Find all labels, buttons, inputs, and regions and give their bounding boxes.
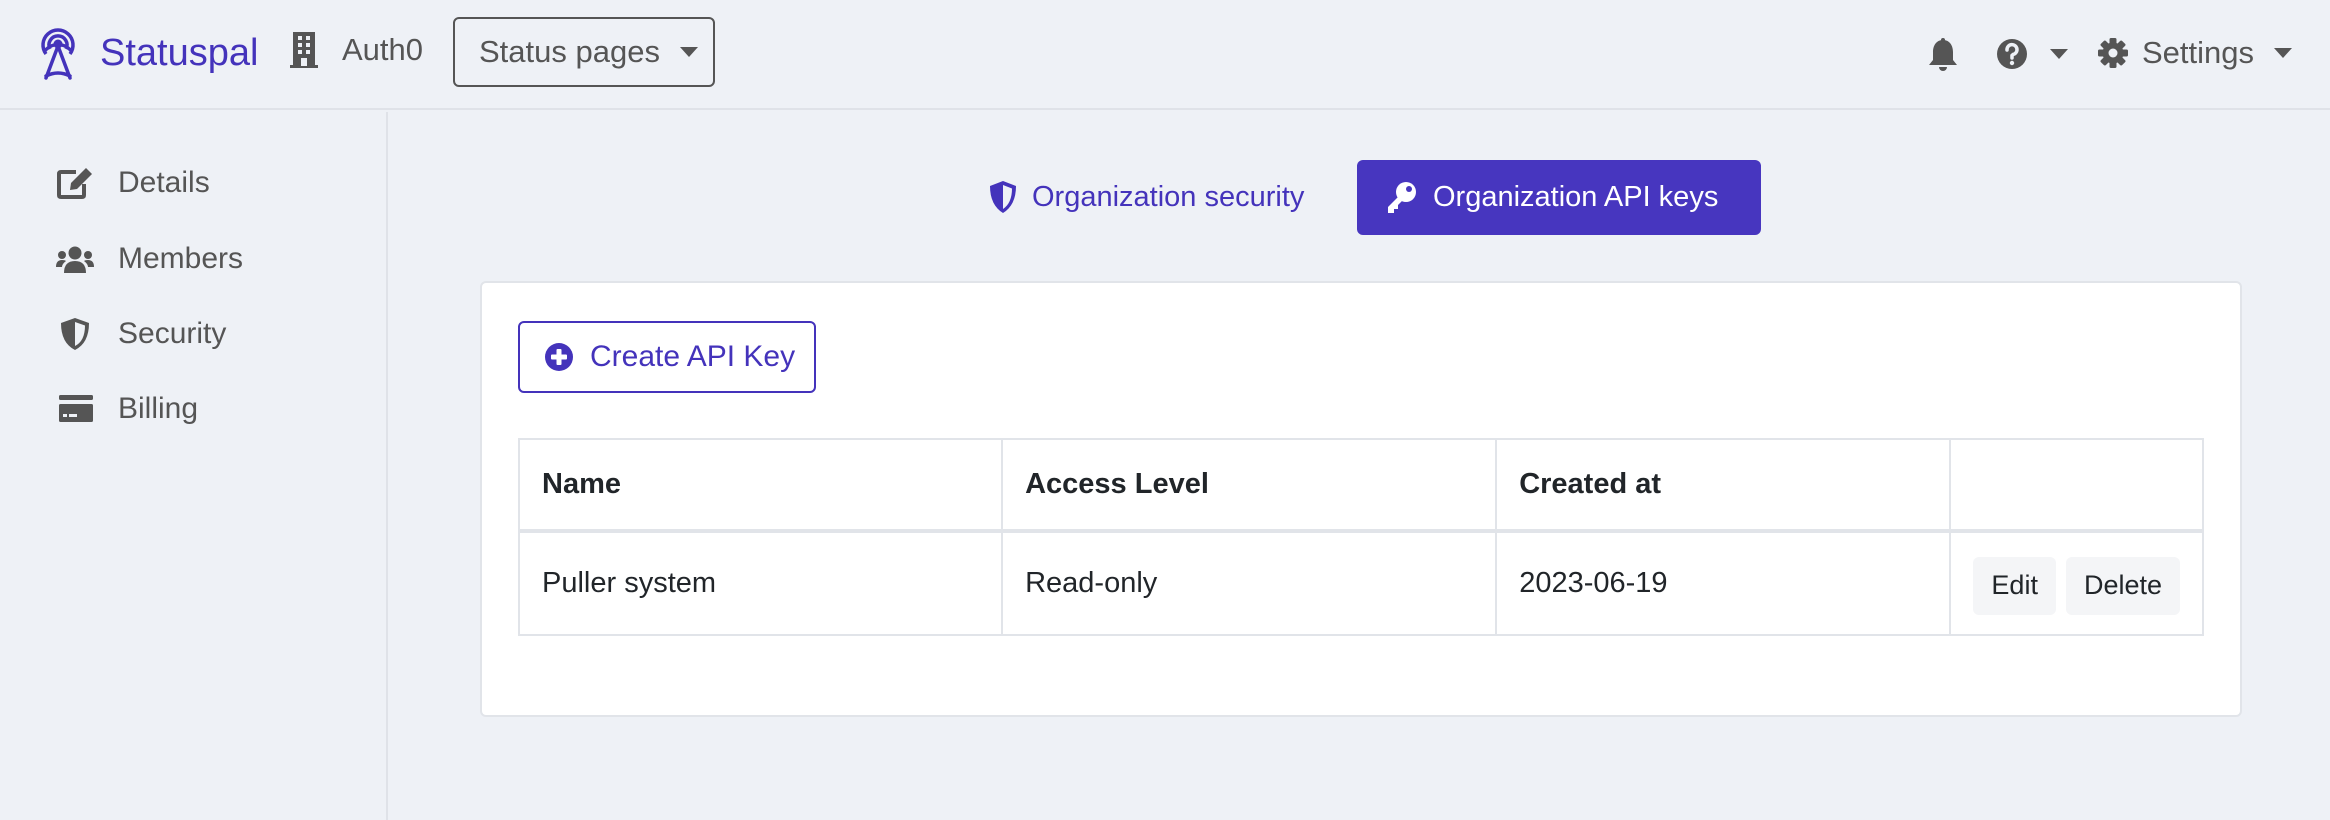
edit-button[interactable]: Edit	[1973, 556, 2056, 615]
help-dropdown[interactable]	[1996, 38, 2068, 70]
api-key-created-at: 2023-06-19	[1495, 530, 1952, 636]
organization-switcher[interactable]: Auth0	[290, 32, 423, 68]
sidebar-item-label: Details	[118, 166, 210, 199]
sidebar-item-members[interactable]: Members	[56, 242, 243, 276]
building-icon	[290, 32, 318, 68]
shield-icon	[990, 181, 1016, 213]
brand-link[interactable]: Statuspal	[36, 24, 258, 82]
tab-organization-security[interactable]: Organization security	[988, 180, 1304, 214]
shield-icon	[61, 318, 89, 350]
caret-down-icon	[2274, 48, 2293, 58]
question-circle-icon	[1997, 39, 2027, 69]
sidebar-item-label: Members	[118, 242, 244, 275]
status-pages-dropdown[interactable]: Status pages	[453, 17, 715, 87]
plus-circle-icon	[545, 343, 573, 371]
api-keys-table: Name Access Level Created at Puller syst…	[517, 438, 2204, 636]
sidebar: Details Members Security Billing	[0, 112, 388, 820]
gear-icon	[2098, 38, 2128, 68]
delete-button[interactable]: Delete	[2065, 556, 2180, 615]
sidebar-item-label: Billing	[118, 392, 199, 425]
column-header-actions	[1949, 438, 2204, 532]
edit-icon	[57, 168, 92, 199]
api-key-access-level: Read-only	[1001, 530, 1498, 636]
tab-label: Organization API keys	[1433, 181, 1719, 213]
create-api-key-button[interactable]: Create API Key	[518, 321, 816, 393]
brand-name: Statuspal	[100, 31, 259, 74]
settings-label: Settings	[2142, 35, 2255, 70]
api-keys-card: Create API Key Name Access Level Created…	[480, 281, 2242, 717]
status-pages-label: Status pages	[479, 34, 660, 69]
api-key-actions: Edit Delete	[1949, 530, 2204, 636]
column-header-access-level: Access Level	[1001, 438, 1498, 532]
sidebar-item-details[interactable]: Details	[56, 166, 210, 200]
create-api-key-label: Create API Key	[590, 340, 796, 373]
table-row: Puller system Read-only 2023-06-19 Edit …	[517, 530, 2204, 636]
bell-icon[interactable]	[1928, 38, 1958, 72]
sidebar-item-billing[interactable]: Billing	[56, 392, 198, 426]
settings-dropdown[interactable]: Settings	[2098, 35, 2293, 71]
api-key-name: Puller system	[517, 530, 1004, 636]
sidebar-item-label: Security	[118, 317, 227, 350]
tab-organization-api-keys[interactable]: Organization API keys	[1357, 160, 1761, 235]
table-header-row: Name Access Level Created at	[517, 438, 2204, 532]
key-icon	[1388, 181, 1416, 213]
sidebar-item-security[interactable]: Security	[56, 317, 226, 351]
users-icon	[56, 246, 94, 273]
broadcast-tower-icon	[41, 28, 75, 80]
top-navbar: Statuspal Auth0 Status pages Settings	[0, 0, 2330, 110]
credit-card-icon	[59, 395, 93, 422]
caret-down-icon	[2050, 49, 2068, 59]
column-header-created-at: Created at	[1495, 438, 1952, 532]
organization-name: Auth0	[342, 32, 424, 67]
caret-down-icon	[679, 47, 698, 57]
tab-label: Organization security	[1032, 180, 1305, 213]
column-header-name: Name	[517, 438, 1004, 532]
